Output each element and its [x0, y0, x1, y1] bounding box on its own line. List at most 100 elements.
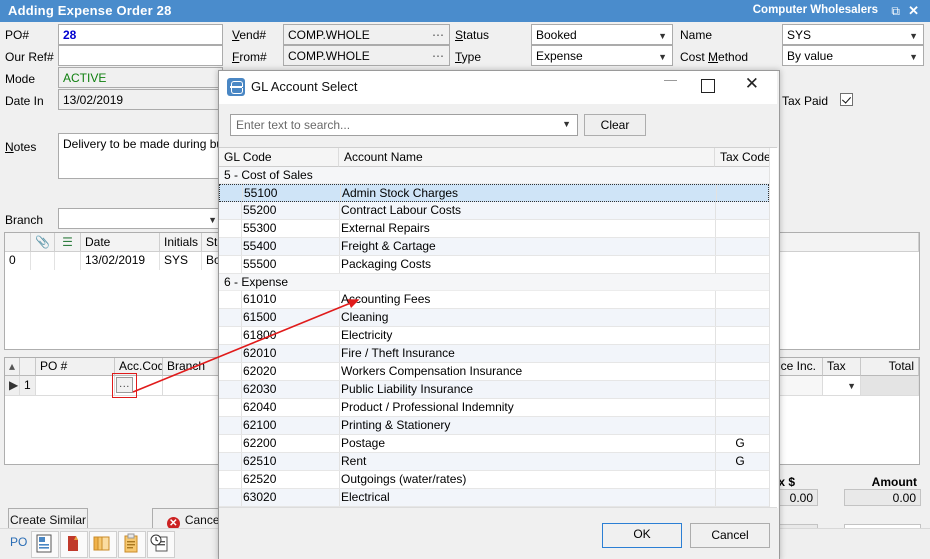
- account-code: 55200: [243, 203, 338, 217]
- history-cell-note: [55, 252, 81, 270]
- account-code: 62020: [243, 364, 338, 378]
- chevron-down-icon[interactable]: ▼: [562, 119, 571, 129]
- maximize-icon[interactable]: [701, 79, 715, 93]
- account-row[interactable]: 62510Rent G: [219, 453, 769, 471]
- status-select[interactable]: Booked ▼: [531, 24, 673, 45]
- account-row[interactable]: 62030Public Liability Insurance: [219, 381, 769, 399]
- column-header-tax-code[interactable]: Tax Code: [715, 148, 777, 167]
- window-title: Adding Expense Order 28: [8, 3, 172, 18]
- type-select[interactable]: Expense ▼: [531, 45, 673, 66]
- dialog-titlebar: GL Account Select ✕: [219, 71, 777, 104]
- account-group-header: 5 - Cost of Sales: [219, 167, 769, 184]
- close-icon[interactable]: ✕: [745, 74, 759, 94]
- account-code: 55300: [243, 221, 338, 235]
- history-col-initials: Initials: [160, 233, 202, 252]
- lines-col-selector: ▴: [5, 358, 20, 376]
- account-group-header: 6 - Expense: [219, 274, 769, 291]
- application-window: Adding Expense Order 28 Computer Wholesa…: [0, 0, 930, 559]
- our-ref-field[interactable]: [58, 45, 223, 66]
- line-cell-tax[interactable]: ▼: [823, 376, 861, 396]
- account-row[interactable]: 62520Outgoings (water/rates): [219, 471, 769, 489]
- account-code: 55500: [243, 257, 338, 271]
- annotation-highlight-box: [112, 373, 137, 398]
- account-code: 62030: [243, 382, 338, 396]
- restore-icon[interactable]: ⧉: [891, 4, 900, 19]
- po-field[interactable]: 28: [58, 24, 223, 45]
- account-row[interactable]: 55100Admin Stock Charges: [219, 184, 769, 202]
- our-ref-label: Our Ref#: [5, 50, 54, 64]
- account-code: 62510: [243, 454, 338, 468]
- window-titlebar: Adding Expense Order 28 Computer Wholesa…: [0, 0, 930, 22]
- date-in-label: Date In: [5, 94, 44, 108]
- history-cell-date: 13/02/2019: [81, 252, 160, 270]
- po-label: PO#: [5, 28, 29, 42]
- account-row[interactable]: 63020Electrical: [219, 489, 769, 507]
- copy-icon[interactable]: [89, 531, 117, 558]
- account-name: Electrical: [341, 490, 711, 504]
- name-select[interactable]: SYS ▼: [782, 24, 924, 45]
- account-name: External Repairs: [341, 221, 711, 235]
- vend-lookup-icon[interactable]: ⋯: [432, 27, 445, 43]
- tax-paid-label: Tax Paid: [782, 94, 828, 108]
- status-label: Status: [455, 28, 489, 42]
- chevron-down-icon: ▼: [208, 212, 217, 228]
- account-row[interactable]: 61010Accounting Fees: [219, 291, 769, 309]
- ok-button[interactable]: OK: [602, 523, 682, 548]
- account-name: Postage: [341, 436, 711, 450]
- account-row[interactable]: 55400Freight & Cartage: [219, 238, 769, 256]
- account-code: 61500: [243, 310, 338, 324]
- lines-col-po[interactable]: PO #: [36, 358, 115, 376]
- account-code: 62100: [243, 418, 338, 432]
- line-cell-total: [861, 376, 919, 396]
- vend-field[interactable]: COMP.WHOLE ⋯: [283, 24, 450, 45]
- branch-select[interactable]: ▼: [58, 208, 223, 229]
- details-icon[interactable]: [31, 531, 59, 558]
- delete-icon[interactable]: [60, 531, 88, 558]
- account-row[interactable]: 55500Packaging Costs: [219, 256, 769, 274]
- account-name: Rent: [341, 454, 711, 468]
- lines-col-total[interactable]: Total: [861, 358, 919, 376]
- search-input[interactable]: Enter text to search... ▼: [230, 114, 578, 136]
- lines-col-tax[interactable]: Tax: [823, 358, 861, 376]
- account-name: Electricity: [341, 328, 711, 342]
- tab-po[interactable]: PO: [10, 535, 27, 549]
- amount-total-1: 0.00: [844, 489, 921, 506]
- account-name: Contract Labour Costs: [341, 203, 711, 217]
- account-row[interactable]: 61500Cleaning: [219, 309, 769, 327]
- account-name: Outgoings (water/rates): [341, 472, 711, 486]
- dialog-cancel-button[interactable]: Cancel: [690, 523, 770, 548]
- account-code: 63020: [243, 490, 338, 504]
- from-field[interactable]: COMP.WHOLE ⋯: [283, 45, 450, 66]
- account-row[interactable]: 61800Electricity: [219, 327, 769, 345]
- date-in-field: 13/02/2019: [58, 89, 223, 110]
- account-tax-code: G: [717, 436, 763, 450]
- account-code: 61800: [243, 328, 338, 342]
- clipboard-icon[interactable]: [118, 531, 146, 558]
- vend-label: Vend#: [232, 28, 266, 42]
- column-header-gl-code[interactable]: GL Code: [219, 148, 339, 167]
- account-row[interactable]: 55200Contract Labour Costs: [219, 202, 769, 220]
- account-code: 62520: [243, 472, 338, 486]
- account-tax-code: G: [717, 454, 763, 468]
- close-icon[interactable]: ✕: [908, 3, 919, 19]
- history-icon[interactable]: [147, 531, 175, 558]
- minimize-icon[interactable]: [664, 80, 677, 81]
- account-row[interactable]: 55300External Repairs: [219, 220, 769, 238]
- tax-paid-checkbox[interactable]: [840, 93, 853, 106]
- account-row[interactable]: 62100Printing & Stationery: [219, 417, 769, 435]
- account-row[interactable]: 62020Workers Compensation Insurance: [219, 363, 769, 381]
- history-col-date: Date: [81, 233, 160, 252]
- clear-button[interactable]: Clear: [584, 114, 646, 136]
- account-row[interactable]: 62010Fire / Theft Insurance: [219, 345, 769, 363]
- account-name: Workers Compensation Insurance: [341, 364, 711, 378]
- chevron-down-icon: ▼: [847, 381, 856, 391]
- account-row[interactable]: 62200PostageG: [219, 435, 769, 453]
- cost-method-label: Cost Method: [680, 50, 748, 64]
- dialog-title: GL Account Select: [251, 79, 357, 94]
- cost-method-select[interactable]: By value ▼: [782, 45, 924, 66]
- from-lookup-icon[interactable]: ⋯: [432, 48, 445, 64]
- account-row[interactable]: 62040Product / Professional Indemnity: [219, 399, 769, 417]
- column-header-account-name[interactable]: Account Name: [339, 148, 715, 167]
- line-cell-po[interactable]: [36, 376, 115, 396]
- notes-field[interactable]: Delivery to be made during busin: [58, 133, 223, 179]
